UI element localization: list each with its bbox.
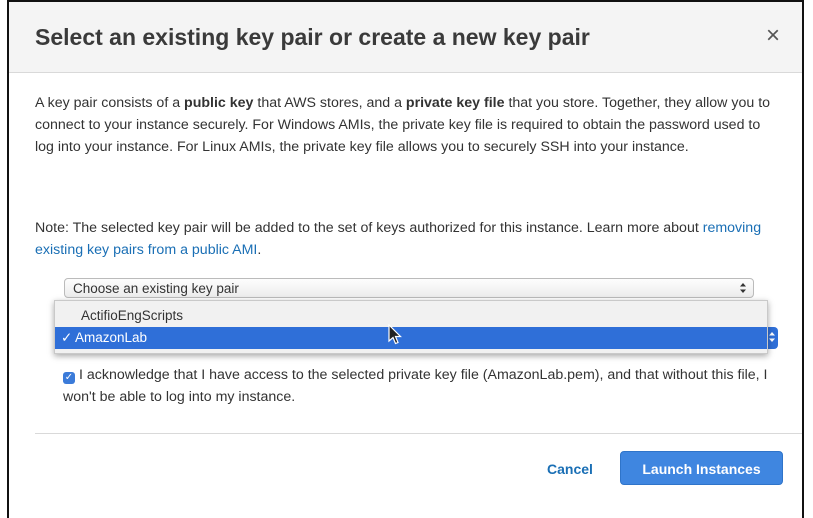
acknowledge-checkbox[interactable]: ✓ <box>63 372 75 384</box>
key-pair-option-selected[interactable]: ✓ AmazonLab <box>55 327 767 349</box>
acknowledge-row: ✓ I acknowledge that I have access to the… <box>63 364 793 408</box>
key-pair-dropdown-list: ActifioEngScripts ✓ AmazonLab <box>54 300 768 354</box>
private-key-file-term: private key file <box>405 95 505 111</box>
description-text-1: A key pair consists of a <box>35 95 185 111</box>
key-pair-type-select[interactable]: Choose an existing key pair <box>64 278 754 298</box>
key-pair-dialog: Select an existing key pair or create a … <box>7 0 804 518</box>
key-pair-option[interactable]: ActifioEngScripts <box>55 305 767 327</box>
note-suffix: . <box>257 242 262 258</box>
close-icon[interactable]: × <box>766 24 780 48</box>
key-pair-description: A key pair consists of a public key that… <box>35 92 780 158</box>
launch-instances-button[interactable]: Launch Instances <box>620 451 783 485</box>
key-pair-note: Note: The selected key pair will be adde… <box>35 217 780 261</box>
up-down-arrows-icon <box>739 279 747 299</box>
key-pair-option-label: AmazonLab <box>75 330 148 345</box>
key-pair-type-value: Choose an existing key pair <box>73 281 239 296</box>
note-text: Note: The selected key pair will be adde… <box>35 220 703 236</box>
footer-divider <box>35 433 802 434</box>
check-icon: ✓ <box>61 330 73 345</box>
description-text-2: that AWS stores, and a <box>253 95 406 111</box>
mouse-pointer-icon <box>388 324 402 345</box>
dialog-title: Select an existing key pair or create a … <box>35 24 590 50</box>
up-down-arrows-icon <box>769 332 775 344</box>
dialog-header: Select an existing key pair or create a … <box>9 2 802 73</box>
public-key-term: public key <box>184 95 254 111</box>
acknowledge-text: I acknowledge that I have access to the … <box>63 367 768 405</box>
cancel-button[interactable]: Cancel <box>547 461 593 477</box>
